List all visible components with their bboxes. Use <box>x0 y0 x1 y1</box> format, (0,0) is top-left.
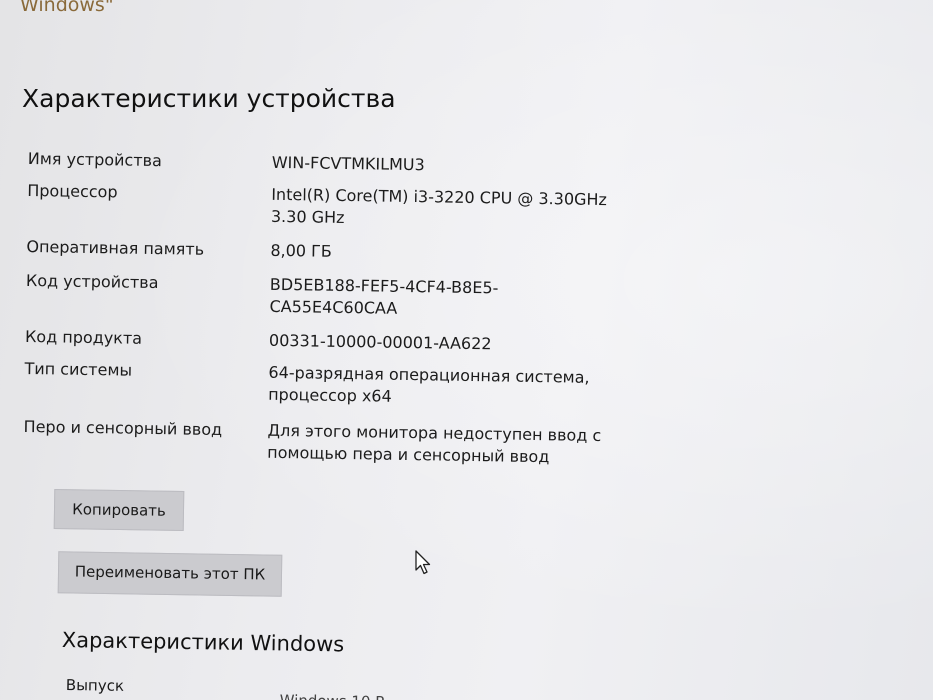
device-specs-heading: Характеристики устройства <box>22 84 396 113</box>
spec-label: Перо и сенсорный ввод <box>23 416 223 440</box>
spec-row-ram: Оперативная память 8,00 ГБ <box>26 236 666 268</box>
spec-row-edition: Выпуск Windows 10 P <box>65 676 386 700</box>
spec-value: 00331-10000-00001-AA622 <box>268 330 492 354</box>
spec-value: 8,00 ГБ <box>270 240 333 261</box>
spec-row-device-name: Имя устройства WIN-FCVTMKILMU3 <box>28 148 668 180</box>
spec-value: 64-разрядная операционная система, проце… <box>268 362 590 406</box>
spec-label: Тип системы <box>24 358 133 380</box>
spec-label: Имя устройства <box>27 148 162 171</box>
spec-row-system-type: Тип системы 64-разрядная операционная си… <box>24 358 665 412</box>
spec-label: Код продукта <box>24 326 143 348</box>
spec-label: Оперативная память <box>26 236 205 259</box>
spec-row-pen-touch: Перо и сенсорный ввод Для этого монитора… <box>23 416 664 470</box>
spec-value: Для этого монитора недоступен ввод с пом… <box>267 420 602 467</box>
windows-specs-heading: Характеристики Windows <box>61 628 345 657</box>
device-specs-list: Имя устройства WIN-FCVTMKILMU3 Процессор… <box>23 148 668 470</box>
spec-value: Intel(R) Core(TM) i3-3220 CPU @ 3.30GHz … <box>270 184 608 227</box>
spec-label: Код устройства <box>25 270 159 293</box>
spec-row-processor: Процессор Intel(R) Core(TM) i3-3220 CPU … <box>27 180 668 234</box>
spec-row-product-id: Код продукта 00331-10000-00001-AA622 <box>25 326 665 358</box>
mouse-pointer-icon <box>415 550 431 575</box>
spec-row-device-id: Код устройства BD5EB188-FEF5-4CF4-B8E5- … <box>25 270 666 324</box>
spec-label: Выпуск <box>65 676 125 695</box>
spec-value: WIN-FCVTMKILMU3 <box>271 152 425 175</box>
rename-pc-button[interactable]: Переименовать этот ПК <box>57 551 283 597</box>
spec-value: BD5EB188-FEF5-4CF4-B8E5- CA55E4C60CAA <box>269 274 499 318</box>
spec-label: Процессор <box>27 180 118 202</box>
spec-value: Windows 10 P <box>280 691 385 700</box>
copy-button[interactable]: Копировать <box>53 488 185 532</box>
window-title: Windows" <box>20 0 114 16</box>
